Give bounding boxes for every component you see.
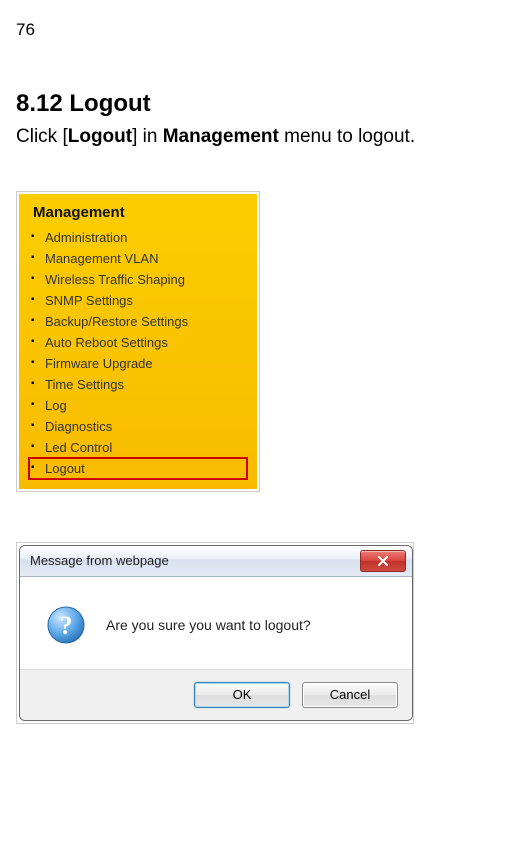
sidebar-item-label: Logout [45,461,85,476]
instr-bold-logout: Logout [68,126,132,147]
management-menu-figure: Management ▪ Administration ▪ Management… [16,191,260,492]
sidebar-item-logout[interactable]: ▪ Logout [29,458,247,479]
bullet-icon: ▪ [31,442,37,452]
bullet-icon: ▪ [31,253,37,263]
bullet-icon: ▪ [31,316,37,326]
dialog-button-row: OK Cancel [20,669,412,720]
instr-mid: ] in [132,126,163,147]
instruction-text: Click [Logout] in Management menu to log… [16,124,501,151]
sidebar-item-label: Backup/Restore Settings [45,314,188,329]
sidebar-item-diagnostics[interactable]: ▪ Diagnostics [29,416,247,437]
sidebar-item-management-vlan[interactable]: ▪ Management VLAN [29,248,247,269]
bullet-icon: ▪ [31,400,37,410]
bullet-icon: ▪ [31,232,37,242]
dialog-body: ? Are you sure you want to logout? [20,577,412,669]
ok-button[interactable]: OK [194,682,290,708]
sidebar-item-wireless-traffic-shaping[interactable]: ▪ Wireless Traffic Shaping [29,269,247,290]
instr-post: menu to logout. [279,126,415,147]
svg-text:?: ? [60,611,73,640]
bullet-icon: ▪ [31,337,37,347]
sidebar-item-snmp-settings[interactable]: ▪ SNMP Settings [29,290,247,311]
sidebar-item-label: Diagnostics [45,419,112,434]
instr-pre: Click [ [16,126,68,147]
sidebar-item-label: Wireless Traffic Shaping [45,272,185,287]
message-dialog: Message from webpage [19,545,413,721]
dialog-message: Are you sure you want to logout? [106,617,311,633]
sidebar-item-administration[interactable]: ▪ Administration [29,227,247,248]
sidebar-item-backup-restore-settings[interactable]: ▪ Backup/Restore Settings [29,311,247,332]
dialog-titlebar: Message from webpage [20,546,412,577]
sidebar-item-time-settings[interactable]: ▪ Time Settings [29,374,247,395]
sidebar-item-label: Auto Reboot Settings [45,335,168,350]
bullet-icon: ▪ [31,274,37,284]
bullet-icon: ▪ [31,421,37,431]
bullet-icon: ▪ [31,463,37,473]
bullet-icon: ▪ [31,379,37,389]
management-list: ▪ Administration ▪ Management VLAN ▪ Wir… [29,227,247,479]
dialog-title: Message from webpage [30,553,169,568]
dialog-figure: Message from webpage [16,542,414,724]
question-icon: ? [46,605,86,645]
sidebar-item-label: Time Settings [45,377,124,392]
bullet-icon: ▪ [31,358,37,368]
close-button[interactable] [360,550,406,572]
sidebar-item-label: Led Control [45,440,112,455]
cancel-button[interactable]: Cancel [302,682,398,708]
management-panel: Management ▪ Administration ▪ Management… [19,194,257,489]
sidebar-item-label: Management VLAN [45,251,158,266]
sidebar-item-label: Administration [45,230,127,245]
instr-bold-management: Management [163,126,279,147]
sidebar-item-label: SNMP Settings [45,293,133,308]
management-heading: Management [29,202,247,227]
sidebar-item-label: Firmware Upgrade [45,356,153,371]
sidebar-item-led-control[interactable]: ▪ Led Control [29,437,247,458]
sidebar-item-auto-reboot-settings[interactable]: ▪ Auto Reboot Settings [29,332,247,353]
section-title: 8.12 Logout [16,90,501,118]
sidebar-item-log[interactable]: ▪ Log [29,395,247,416]
sidebar-item-label: Log [45,398,67,413]
close-icon [377,556,389,566]
sidebar-item-firmware-upgrade[interactable]: ▪ Firmware Upgrade [29,353,247,374]
page-number: 76 [16,20,501,40]
bullet-icon: ▪ [31,295,37,305]
